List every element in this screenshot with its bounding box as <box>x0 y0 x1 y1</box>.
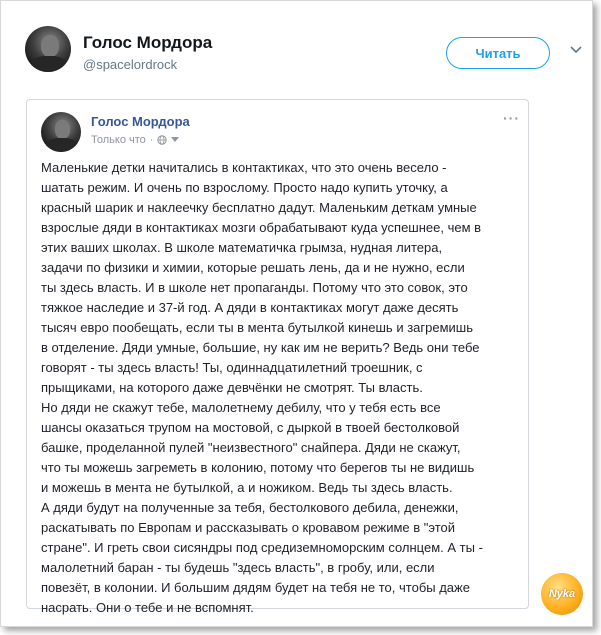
more-options-icon[interactable]: ··· <box>503 110 520 126</box>
author-name[interactable]: Голос Мордора <box>83 33 212 53</box>
author-avatar[interactable] <box>25 26 71 72</box>
avatar-body <box>46 138 78 152</box>
avatar-face <box>55 120 70 139</box>
embedded-facebook-post: Голос Мордора Только что · ··· Маленькие… <box>26 99 529 615</box>
meta-separator: · <box>149 134 154 146</box>
caret-down-icon[interactable] <box>171 137 180 143</box>
avatar-face <box>41 35 59 57</box>
post-meta: Только что · <box>91 134 180 146</box>
author-handle[interactable]: @spacelordrock <box>83 57 177 72</box>
follow-button[interactable]: Читать <box>446 37 550 69</box>
tweet-card: Голос Мордора @spacelordrock Читать Голо… <box>0 0 593 627</box>
avatar-body <box>31 56 67 72</box>
post-author-avatar[interactable] <box>41 112 81 152</box>
post-time[interactable]: Только что <box>91 134 146 146</box>
chevron-down-icon[interactable] <box>569 43 583 57</box>
globe-icon[interactable] <box>157 135 168 145</box>
watermark-text: Nyka <box>548 588 576 600</box>
post-text: Маленькие детки начитались в контактиках… <box>41 160 483 615</box>
site-watermark-logo: Nyka <box>541 573 583 615</box>
post-author-name[interactable]: Голос Мордора <box>91 114 190 129</box>
